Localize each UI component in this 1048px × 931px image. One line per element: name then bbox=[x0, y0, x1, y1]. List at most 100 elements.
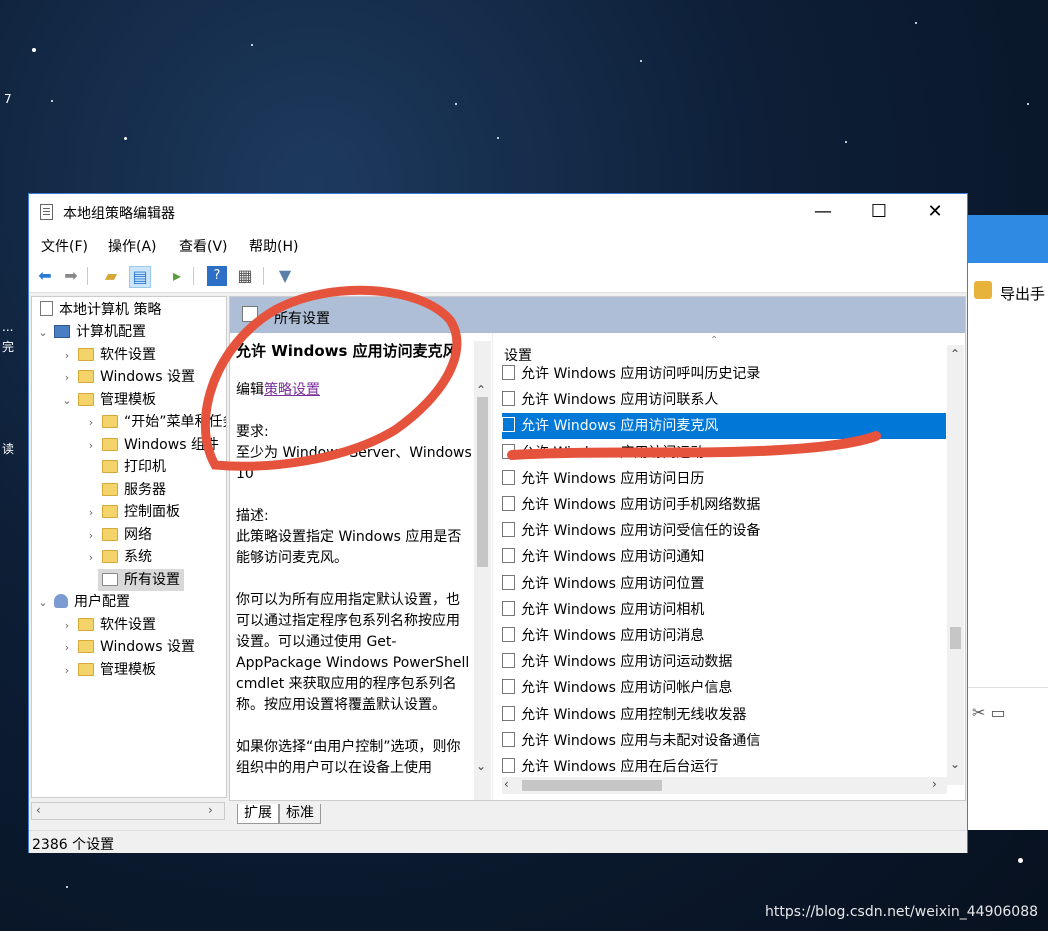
list-item-label: 允许 Windows 应用访问位置 bbox=[521, 575, 705, 592]
chevron-right-icon[interactable]: › bbox=[84, 525, 98, 547]
tree-pane[interactable]: 本地计算机 策略 ⌄ 计算机配置 › 软件设置 › Windows 设置 ⌄ 管理模板 … bbox=[31, 296, 227, 798]
policy-setting-icon bbox=[502, 548, 515, 564]
list-item[interactable]: 允许 Windows 应用访问相机 bbox=[502, 597, 946, 623]
tree-item-uc-admin[interactable]: › 管理模板 bbox=[60, 659, 156, 681]
filter-icon[interactable]: ▼ bbox=[275, 266, 295, 286]
policy-setting-icon bbox=[502, 627, 515, 642]
list-item[interactable]: 允许 Windows 应用访问联系人 bbox=[502, 387, 946, 413]
close-button[interactable]: ✕ bbox=[907, 194, 963, 230]
description-scrollbar[interactable]: ⌃ ⌄ bbox=[474, 341, 491, 800]
tree-item-network[interactable]: › 网络 bbox=[84, 524, 152, 546]
tree-item-cc-software[interactable]: › 软件设置 bbox=[60, 344, 156, 366]
scissors-folder-icons[interactable]: ✂ ▭ bbox=[972, 703, 1006, 722]
list-item[interactable]: 允许 Windows 应用访问手机网络数据 bbox=[502, 492, 946, 518]
show-hide-tree-icon[interactable]: ▤ bbox=[129, 266, 151, 288]
help-icon[interactable]: ? bbox=[207, 266, 227, 286]
policy-setting-icon bbox=[502, 653, 515, 669]
tree-item-server[interactable]: 服务器 bbox=[84, 479, 166, 501]
menu-action[interactable]: 操作(A) bbox=[108, 236, 157, 256]
list-item[interactable]: 允许 Windows 应用访问消息 bbox=[502, 623, 946, 649]
chevron-down-icon[interactable]: ⌄ bbox=[36, 322, 50, 344]
settings-list[interactable]: ⌃ 设置 允许 Windows 应用访问呼叫历史记录 允许 Windows 应用访… bbox=[492, 333, 965, 800]
chevron-right-icon[interactable]: › bbox=[84, 412, 98, 434]
chevron-right-icon[interactable]: › bbox=[60, 660, 74, 682]
list-item[interactable]: 允许 Windows 应用访问呼叫历史记录 bbox=[502, 361, 946, 387]
list-item[interactable]: 允许 Windows 应用访问受信任的设备 bbox=[502, 518, 946, 544]
view-icon[interactable]: ▦ bbox=[235, 266, 255, 286]
list-item[interactable]: 允许 Windows 应用访问运动 bbox=[502, 440, 946, 466]
scroll-down-icon[interactable]: ⌄ bbox=[476, 759, 486, 773]
list-horizontal-scrollbar[interactable]: ‹ › bbox=[502, 777, 947, 794]
export-button-label[interactable]: 导出手 bbox=[1000, 283, 1045, 304]
scroll-thumb[interactable] bbox=[477, 397, 488, 567]
tree-item-windows-components[interactable]: › Windows 组件 bbox=[84, 434, 219, 456]
menu-view[interactable]: 查看(V) bbox=[179, 236, 228, 256]
list-item[interactable]: 允许 Windows 应用访问位置 bbox=[502, 571, 946, 597]
user-icon bbox=[54, 594, 68, 608]
tree-item-uc-software[interactable]: › 软件设置 bbox=[60, 614, 156, 636]
list-item[interactable]: 允许 Windows 应用访问通知 bbox=[502, 544, 946, 570]
list-item[interactable]: 允许 Windows 应用控制无线收发器 bbox=[502, 702, 946, 728]
minimize-button[interactable]: — bbox=[795, 194, 851, 230]
tree-root[interactable]: 本地计算机 策略 bbox=[36, 299, 161, 321]
background-window[interactable]: 导出手 ✂ ▭ bbox=[968, 215, 1048, 830]
settings-pane: 所有设置 允许 Windows 应用访问麦克风 编辑策略设置 要求: 至少为 Wi… bbox=[229, 296, 966, 801]
list-item[interactable]: 允许 Windows 应用访问麦克风 bbox=[502, 413, 946, 440]
list-item[interactable]: 允许 Windows 应用访问运动数据 bbox=[502, 649, 946, 675]
tree-item-system[interactable]: › 系统 bbox=[84, 546, 152, 568]
up-folder-icon[interactable]: ▰ bbox=[101, 266, 121, 286]
scroll-down-icon[interactable]: ⌄ bbox=[950, 757, 960, 771]
chevron-down-icon[interactable]: ⌄ bbox=[36, 592, 50, 614]
all-settings-icon bbox=[242, 306, 258, 322]
tree-item-printers[interactable]: 打印机 bbox=[84, 456, 166, 478]
scroll-left-icon[interactable]: ‹ bbox=[36, 803, 41, 817]
list-vertical-scrollbar[interactable]: ⌃ ⌄ bbox=[947, 345, 964, 785]
scroll-up-icon[interactable]: ⌃ bbox=[950, 347, 960, 361]
tree-computer-config[interactable]: ⌄ 计算机配置 bbox=[36, 321, 146, 343]
tree-item-start-menu[interactable]: ›“开始”菜单和任务栏 bbox=[84, 411, 226, 434]
tree-horizontal-scrollbar[interactable]: ‹ › bbox=[31, 802, 225, 820]
tree-user-config[interactable]: ⌄ 用户配置 bbox=[36, 591, 130, 613]
scroll-right-icon[interactable]: › bbox=[932, 777, 937, 791]
folder-icon bbox=[102, 483, 118, 496]
list-item[interactable]: 允许 Windows 应用与未配对设备通信 bbox=[502, 728, 946, 754]
list-item[interactable]: 允许 Windows 应用访问日历 bbox=[502, 466, 946, 492]
list-item[interactable]: 允许 Windows 应用访问帐户信息 bbox=[502, 675, 946, 701]
computer-icon bbox=[54, 325, 70, 338]
background-window-titlebar[interactable] bbox=[968, 215, 1048, 263]
list-item-label: 允许 Windows 应用访问运动数据 bbox=[521, 654, 733, 671]
scroll-thumb[interactable] bbox=[950, 627, 961, 649]
menu-file[interactable]: 文件(F) bbox=[41, 236, 88, 256]
list-item-label: 允许 Windows 应用访问联系人 bbox=[521, 392, 719, 409]
pane-header: 所有设置 bbox=[230, 297, 965, 333]
tree-item-all-settings[interactable]: 所有设置 bbox=[98, 569, 184, 591]
chevron-down-icon[interactable]: ⌄ bbox=[60, 390, 74, 412]
edit-policy-line: 编辑策略设置 bbox=[236, 382, 320, 398]
scroll-right-icon[interactable]: › bbox=[208, 803, 213, 817]
chevron-right-icon[interactable]: › bbox=[84, 547, 98, 569]
tab-extended[interactable]: 扩展 bbox=[237, 804, 279, 824]
back-icon[interactable]: ⬅ bbox=[35, 266, 55, 286]
folder-icon bbox=[78, 640, 94, 653]
menu-help[interactable]: 帮助(H) bbox=[249, 236, 298, 256]
chevron-right-icon[interactable]: › bbox=[60, 615, 74, 637]
tree-item-uc-windows[interactable]: › Windows 设置 bbox=[60, 636, 195, 658]
forward-icon[interactable]: ➡ bbox=[61, 266, 81, 286]
edit-policy-link[interactable]: 策略设置 bbox=[264, 382, 320, 398]
chevron-right-icon[interactable]: › bbox=[84, 435, 98, 457]
tab-standard[interactable]: 标准 bbox=[279, 804, 321, 824]
chevron-right-icon[interactable]: › bbox=[84, 502, 98, 524]
scroll-up-icon[interactable]: ⌃ bbox=[476, 383, 486, 397]
chevron-right-icon[interactable]: › bbox=[60, 637, 74, 659]
scroll-thumb[interactable] bbox=[522, 780, 662, 791]
tree-item-cc-windows[interactable]: › Windows 设置 bbox=[60, 366, 195, 388]
tree-item-control-panel[interactable]: › 控制面板 bbox=[84, 501, 180, 523]
policy-setting-icon bbox=[502, 705, 515, 721]
chevron-right-icon[interactable]: › bbox=[60, 345, 74, 367]
scroll-left-icon[interactable]: ‹ bbox=[504, 777, 509, 791]
export-list-icon[interactable]: ▸ bbox=[167, 266, 187, 286]
chevron-right-icon[interactable]: › bbox=[60, 367, 74, 389]
tree-item-cc-admin[interactable]: ⌄ 管理模板 bbox=[60, 389, 156, 411]
maximize-button[interactable]: ☐ bbox=[851, 194, 907, 230]
title-bar[interactable]: 本地组策略编辑器 — ☐ ✕ bbox=[29, 194, 967, 230]
